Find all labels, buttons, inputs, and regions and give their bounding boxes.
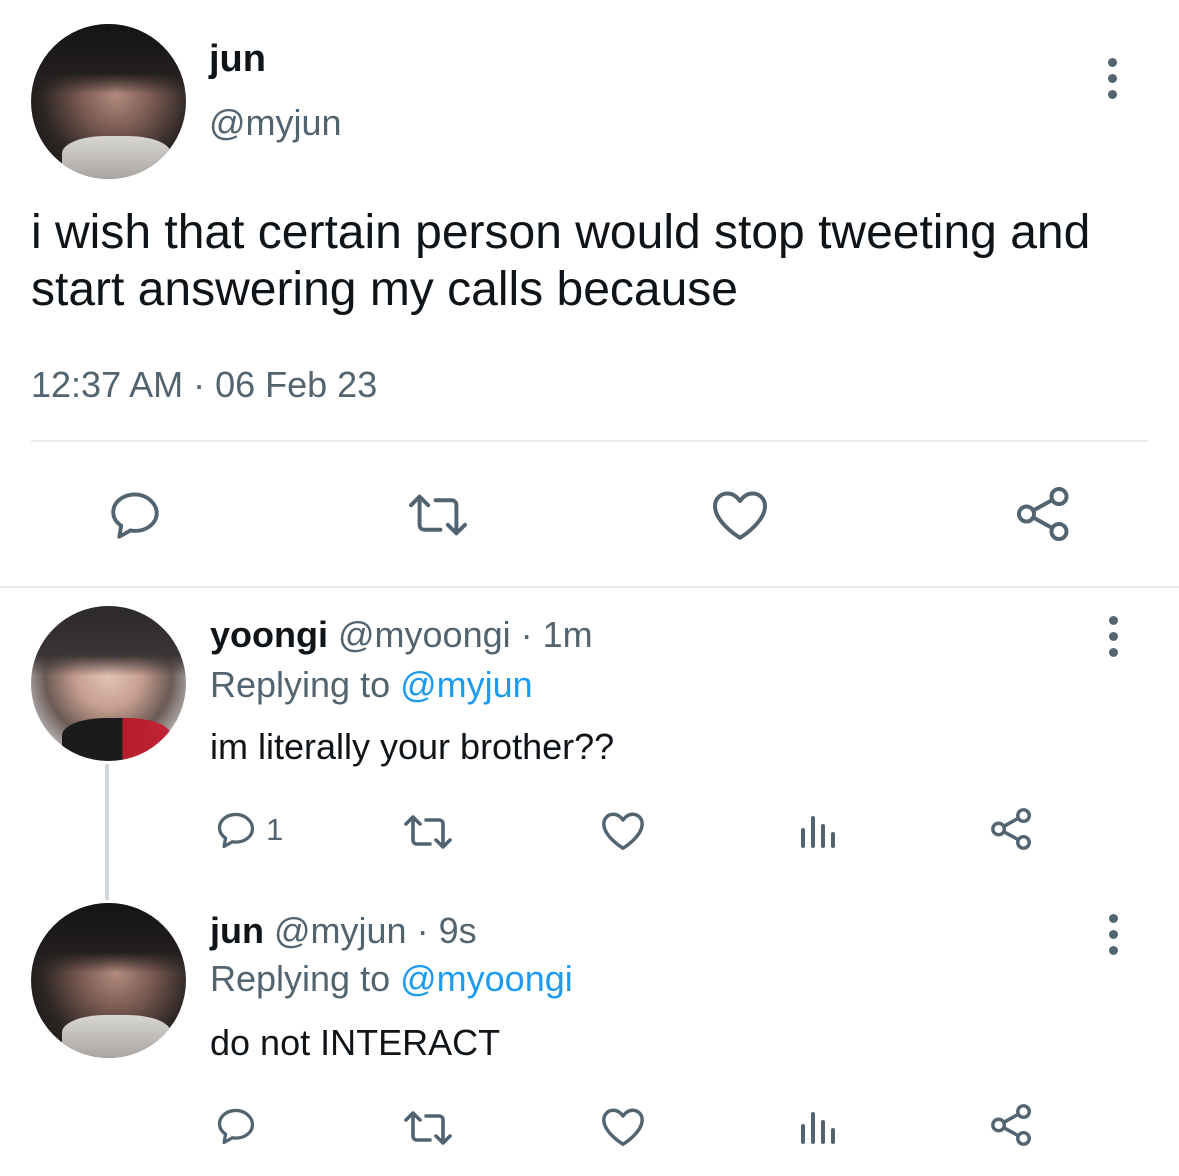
avatar-shirt: [62, 1014, 171, 1058]
heart-icon[interactable]: [600, 1104, 646, 1148]
more-options-icon[interactable]: [1109, 914, 1119, 962]
avatar-reply-2[interactable]: [31, 903, 186, 1058]
reply-time: · 9s: [416, 910, 477, 951]
reply-icon[interactable]: [214, 808, 258, 852]
author-name[interactable]: jun: [209, 38, 266, 81]
reply-time: · 1m: [520, 614, 593, 655]
share-icon[interactable]: [989, 806, 1035, 852]
avatar-reply-1[interactable]: [31, 606, 186, 761]
avatar-main[interactable]: [31, 24, 186, 179]
heart-icon[interactable]: [710, 486, 770, 542]
retweet-icon[interactable]: [406, 488, 470, 542]
share-icon[interactable]: [1014, 484, 1074, 544]
avatar-hair: [31, 903, 186, 973]
analytics-icon[interactable]: [797, 1106, 837, 1146]
retweet-icon[interactable]: [402, 1106, 454, 1150]
thread-line: [105, 764, 109, 900]
reply-text: do not INTERACT: [210, 1022, 501, 1063]
replying-prefix: Replying to: [210, 664, 391, 705]
more-options-icon[interactable]: [1109, 616, 1119, 664]
reply-author-name[interactable]: jun: [210, 910, 264, 951]
avatar-shirt: [62, 717, 171, 761]
tweet-text-line2: start answering my calls because: [31, 263, 738, 316]
tweet-text-line1: i wish that certain person would stop tw…: [31, 206, 1091, 259]
replying-to: Replying to @myjun: [210, 664, 533, 706]
more-options-icon[interactable]: [1108, 58, 1118, 106]
heart-icon[interactable]: [600, 808, 646, 852]
tweet-timestamp[interactable]: 12:37 AM · 06 Feb 23: [31, 364, 377, 406]
reply-count: 1: [266, 812, 284, 847]
reply-header: jun @myjun · 9s: [210, 910, 477, 952]
retweet-icon[interactable]: [402, 810, 454, 854]
reply-text: im literally your brother??: [210, 726, 615, 767]
divider: [0, 586, 1179, 588]
avatar-shirt: [62, 135, 171, 179]
avatar-hair: [31, 606, 186, 676]
replying-mention[interactable]: @myjun: [400, 664, 533, 705]
author-handle[interactable]: @myjun: [209, 102, 342, 144]
replying-prefix: Replying to: [210, 958, 391, 999]
share-icon[interactable]: [989, 1102, 1035, 1148]
reply-icon[interactable]: [214, 1104, 258, 1148]
avatar-hair: [31, 24, 186, 94]
reply-author-handle[interactable]: @myoongi: [338, 614, 511, 655]
replying-mention[interactable]: @myoongi: [400, 958, 573, 999]
divider: [31, 440, 1148, 442]
reply-author-handle[interactable]: @myjun: [274, 910, 407, 951]
reply-icon[interactable]: [106, 486, 164, 544]
reply-header: yoongi @myoongi · 1m: [210, 614, 593, 656]
analytics-icon[interactable]: [797, 810, 837, 850]
reply-author-name[interactable]: yoongi: [210, 614, 328, 655]
replying-to: Replying to @myoongi: [210, 958, 573, 1000]
